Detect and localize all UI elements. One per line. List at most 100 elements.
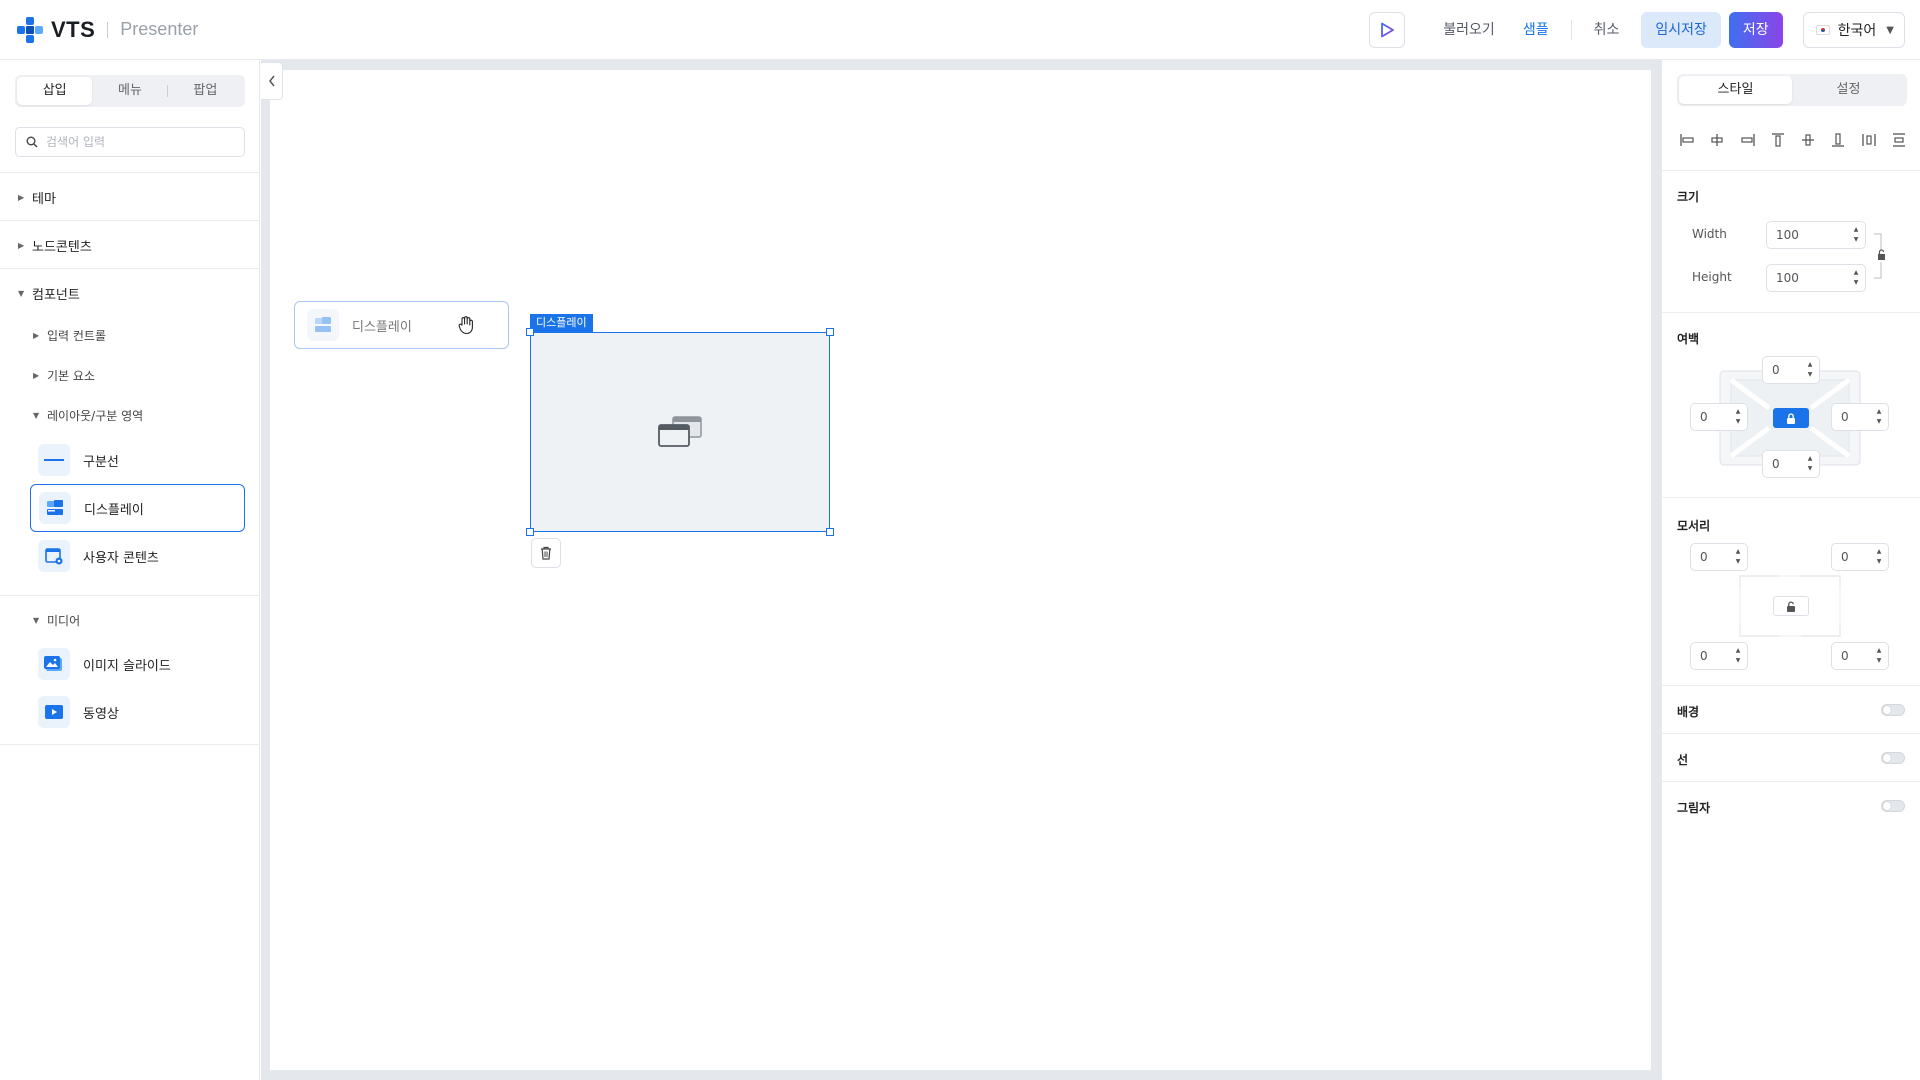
align-bottom-icon[interactable] — [1828, 130, 1848, 150]
background-toggle[interactable] — [1881, 704, 1905, 716]
tab-settings[interactable]: 설정 — [1792, 76, 1905, 104]
margin-top-input[interactable]: 0 ▲ ▼ — [1762, 356, 1820, 384]
tab-insert[interactable]: 삽입 — [17, 77, 93, 105]
margin-lock-button[interactable] — [1773, 408, 1809, 428]
component-item-user-content[interactable]: 사용자 콘텐츠 — [30, 532, 245, 580]
align-center-vertical-icon[interactable] — [1798, 130, 1818, 150]
corner-top-right-stepper[interactable]: ▲ ▼ — [1875, 548, 1883, 566]
product-name: Presenter — [120, 19, 199, 39]
corner-bottom-right-stepper[interactable]: ▲ ▼ — [1875, 647, 1883, 665]
selected-display-component[interactable] — [530, 332, 830, 532]
section-theme-label: 테마 — [32, 191, 56, 207]
border-label: 선 — [1677, 753, 1689, 767]
shadow-toggle[interactable] — [1881, 800, 1905, 812]
trash-icon — [541, 546, 551, 560]
align-left-icon[interactable] — [1677, 130, 1697, 150]
tab-menu[interactable]: 메뉴 — [92, 77, 168, 105]
distribute-vertical-icon[interactable] — [1889, 130, 1909, 150]
component-item-label: 디스플레이 — [84, 502, 144, 518]
section-node-contents-label: 노드콘텐츠 — [32, 239, 92, 255]
corner-top-left-input[interactable]: 0 ▲ ▼ — [1690, 543, 1748, 571]
right-tabs: 스타일 설정 — [1677, 74, 1907, 106]
margin-bottom-input[interactable]: 0 ▲ ▼ — [1762, 450, 1820, 478]
margin-top-stepper[interactable]: ▲ ▼ — [1806, 361, 1814, 379]
margin-right-input[interactable]: 0 ▲ ▼ — [1831, 403, 1889, 431]
resize-handle-bottom-left[interactable] — [526, 528, 534, 536]
tab-popup[interactable]: 팝업 — [168, 77, 243, 105]
caret-down-icon: ▼ — [18, 288, 25, 298]
right-panel: 스타일 설정 크기 Width 100 ▲ ▼ Height 100 ▲ ▼ 여… — [1661, 60, 1920, 1080]
component-item-label: 사용자 콘텐츠 — [83, 550, 159, 566]
corner-lock-button[interactable] — [1773, 596, 1809, 616]
corner-bottom-left-stepper[interactable]: ▲ ▼ — [1734, 647, 1742, 665]
corner-bottom-left-input[interactable]: 0 ▲ ▼ — [1690, 642, 1748, 670]
drag-ghost-display: 디스플레이 — [294, 301, 509, 349]
component-item-video[interactable]: 동영상 — [30, 688, 245, 736]
subsection-input-controls[interactable]: ▶ 입력 컨트롤 — [0, 315, 106, 355]
margin-section-title: 여백 — [1677, 332, 1700, 346]
margin-left-value: 0 — [1700, 410, 1708, 424]
height-stepper[interactable]: ▲ ▼ — [1852, 269, 1860, 287]
lock-icon — [1787, 412, 1795, 424]
aspect-ratio-lock-icon[interactable] — [1872, 232, 1890, 284]
preview-play-button[interactable] — [1369, 12, 1406, 48]
shadow-label: 그림자 — [1677, 801, 1711, 815]
width-stepper[interactable]: ▲ ▼ — [1852, 226, 1860, 244]
align-top-icon[interactable] — [1768, 130, 1788, 150]
component-item-image-slide[interactable]: 이미지 슬라이드 — [30, 640, 245, 688]
load-button[interactable]: 불러오기 — [1429, 12, 1509, 48]
section-node-contents: ▶ 노드콘텐츠 — [0, 220, 260, 269]
section-components-header[interactable]: ▼ 컴포넌트 — [0, 269, 260, 317]
margin-bottom-value: 0 — [1772, 457, 1780, 471]
unlock-icon — [1787, 600, 1795, 612]
caret-down-icon: ▼ — [33, 615, 40, 625]
component-item-label: 동영상 — [83, 706, 119, 722]
section-node-contents-header[interactable]: ▶ 노드콘텐츠 — [0, 221, 260, 269]
subsection-basic-elements[interactable]: ▶ 기본 요소 — [0, 355, 95, 395]
play-icon — [1381, 22, 1395, 38]
margin-bottom-stepper[interactable]: ▲ ▼ — [1806, 455, 1814, 473]
align-right-icon[interactable] — [1738, 130, 1758, 150]
corner-bottom-right-input[interactable]: 0 ▲ ▼ — [1831, 642, 1889, 670]
canvas-page[interactable] — [270, 70, 1651, 1070]
video-icon — [38, 696, 70, 728]
logo: VTS Presenter — [15, 15, 198, 45]
collapse-panel-button[interactable] — [261, 62, 283, 100]
drag-ghost-label: 디스플레이 — [352, 319, 412, 335]
tab-style[interactable]: 스타일 — [1679, 76, 1792, 104]
corner-bottom-left-value: 0 — [1700, 649, 1708, 663]
cancel-button[interactable]: 취소 — [1580, 12, 1634, 48]
subsection-layout-area-label: 레이아웃/구분 영역 — [47, 408, 144, 423]
search-input[interactable] — [46, 135, 226, 149]
window-placeholder-icon — [658, 416, 702, 447]
component-item-display[interactable]: 디스플레이 — [30, 484, 245, 532]
width-input[interactable]: 100 ▲ ▼ — [1766, 221, 1866, 249]
corner-top-left-stepper[interactable]: ▲ ▼ — [1734, 548, 1742, 566]
korea-flag-icon — [1815, 25, 1830, 35]
sample-button[interactable]: 샘플 — [1509, 12, 1563, 48]
align-center-horizontal-icon[interactable] — [1707, 130, 1727, 150]
corner-bottom-right-value: 0 — [1841, 649, 1849, 663]
language-select[interactable]: 한국어 ▼ — [1802, 12, 1905, 48]
section-theme-header[interactable]: ▶ 테마 — [0, 173, 260, 221]
right-divider — [1662, 170, 1920, 171]
resize-handle-top-left[interactable] — [526, 328, 534, 336]
margin-left-stepper[interactable]: ▲ ▼ — [1734, 408, 1742, 426]
resize-handle-bottom-right[interactable] — [826, 528, 834, 536]
component-item-divider[interactable]: 구분선 — [30, 436, 245, 484]
height-input[interactable]: 100 ▲ ▼ — [1766, 264, 1866, 292]
section-media-divider — [0, 595, 260, 596]
margin-left-input[interactable]: 0 ▲ ▼ — [1690, 403, 1748, 431]
section-theme: ▶ 테마 — [0, 172, 260, 221]
save-button[interactable]: 저장 — [1728, 12, 1783, 48]
border-toggle[interactable] — [1881, 752, 1905, 764]
delete-component-button[interactable] — [531, 538, 561, 568]
margin-right-stepper[interactable]: ▲ ▼ — [1875, 408, 1883, 426]
subsection-layout-area[interactable]: ▼ 레이아웃/구분 영역 — [0, 395, 143, 435]
alignment-toolbar — [1677, 130, 1909, 150]
corner-top-right-input[interactable]: 0 ▲ ▼ — [1831, 543, 1889, 571]
temp-save-button[interactable]: 임시저장 — [1641, 12, 1721, 48]
resize-handle-top-right[interactable] — [826, 328, 834, 336]
subsection-media[interactable]: ▼ 미디어 — [0, 600, 80, 640]
distribute-horizontal-icon[interactable] — [1859, 130, 1879, 150]
